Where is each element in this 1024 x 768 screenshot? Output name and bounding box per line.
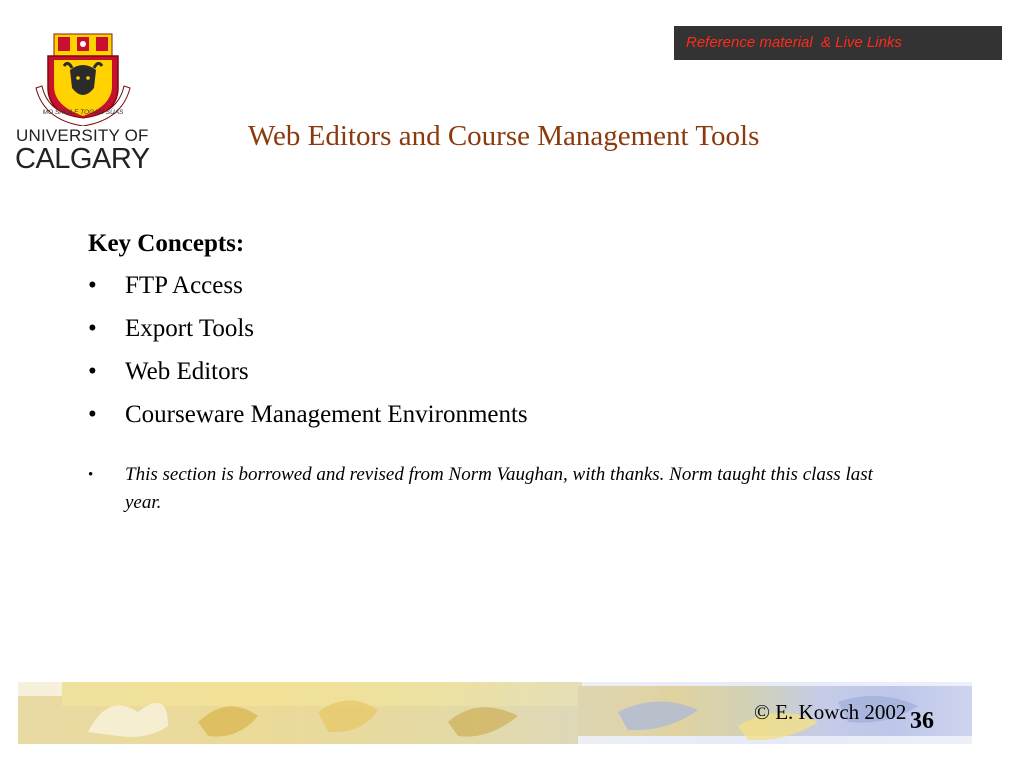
bullet-icon: • xyxy=(88,401,97,428)
list-item-text: FTP Access xyxy=(125,272,243,299)
bullet-icon: • xyxy=(88,358,97,385)
list-item: • FTP Access xyxy=(88,271,908,300)
bullet-icon: • xyxy=(88,467,94,483)
university-logo: MO SHÙILE TOGAM SÙAS UNIVERSITY OF CALGA… xyxy=(14,30,156,180)
list-item-text: Export Tools xyxy=(125,315,255,342)
key-concepts-heading: Key Concepts: xyxy=(88,230,245,257)
key-concepts-list: • FTP Access • Export Tools • Web Editor… xyxy=(88,271,908,429)
crest-motto: MO SHÙILE TOGAM SÙAS xyxy=(43,107,124,116)
crest-icon: MO SHÙILE TOGAM SÙAS xyxy=(35,33,131,126)
slide-title: Web Editors and Course Management Tools xyxy=(248,120,760,152)
reference-material-link[interactable]: Reference material & Live Links xyxy=(674,26,1002,60)
list-item-text: Web Editors xyxy=(125,358,249,385)
bullet-icon: • xyxy=(88,315,97,342)
copyright-text: © E. Kowch 2002 xyxy=(754,700,907,724)
bullet-icon: • xyxy=(88,272,97,299)
list-item: • Export Tools xyxy=(88,314,908,343)
acknowledgement-text: This section is borrowed and revised fro… xyxy=(125,464,873,513)
list-item-text: Courseware Management Environments xyxy=(125,401,528,428)
logo-line-calgary: CALGARY xyxy=(15,143,150,175)
slide-body: Key Concepts: • FTP Access • Export Tool… xyxy=(88,230,908,517)
page-number: 36 xyxy=(910,708,934,734)
list-item: • Courseware Management Environments xyxy=(88,400,908,429)
acknowledgement-note: • This section is borrowed and revised f… xyxy=(88,461,885,517)
list-item: • Web Editors xyxy=(88,357,908,386)
